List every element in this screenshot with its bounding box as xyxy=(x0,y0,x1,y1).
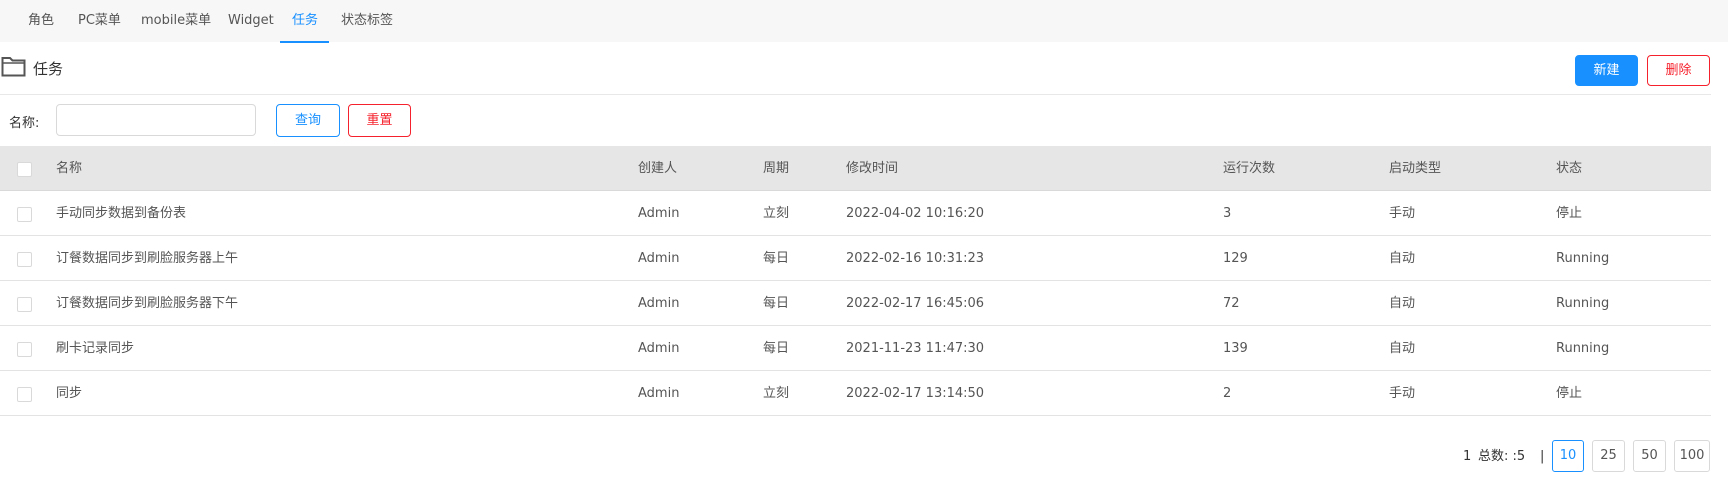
page-size-25[interactable]: 25 xyxy=(1592,440,1625,472)
page-title: 任务 xyxy=(33,60,64,78)
cell-status: Running xyxy=(1556,341,1610,356)
cell-runs: 139 xyxy=(1223,341,1248,356)
row-checkbox[interactable] xyxy=(17,387,32,402)
cell-start-type: 自动 xyxy=(1389,341,1416,356)
cell-name: 订餐数据同步到刷脸服务器上午 xyxy=(56,251,239,266)
column-header-status[interactable]: 状态 xyxy=(1556,146,1582,191)
cell-runs: 129 xyxy=(1223,251,1248,266)
cell-cycle: 立刻 xyxy=(763,206,790,221)
cell-name: 刷卡记录同步 xyxy=(56,341,135,356)
current-page[interactable]: 1 xyxy=(1463,440,1471,473)
folder-icon xyxy=(1,55,26,77)
page-size-100[interactable]: 100 xyxy=(1674,440,1710,472)
cell-creator: Admin xyxy=(638,251,680,266)
cell-modified: 2022-02-17 16:45:06 xyxy=(846,296,985,311)
column-header-start-type[interactable]: 启动类型 xyxy=(1389,146,1441,191)
column-header-cycle[interactable]: 周期 xyxy=(763,146,789,191)
cell-modified: 2021-11-23 11:47:30 xyxy=(846,341,985,356)
new-button[interactable]: 新建 xyxy=(1575,55,1638,86)
cell-runs: 3 xyxy=(1223,206,1232,221)
cell-cycle: 每日 xyxy=(763,341,790,356)
cell-name: 手动同步数据到备份表 xyxy=(56,206,187,221)
page-size-50[interactable]: 50 xyxy=(1633,440,1666,472)
cell-runs: 72 xyxy=(1223,296,1240,311)
table-row[interactable]: 手动同步数据到备份表 Admin 立刻 2022-04-02 10:16:20 … xyxy=(0,191,1711,236)
cell-status: Running xyxy=(1556,251,1610,266)
column-header-name[interactable]: 名称 xyxy=(56,146,82,191)
name-filter-label: 名称: xyxy=(9,116,40,131)
cell-modified: 2022-02-17 13:14:50 xyxy=(846,386,985,401)
cell-modified: 2022-04-02 10:16:20 xyxy=(846,206,985,221)
select-all-checkbox[interactable] xyxy=(17,162,32,177)
table-row[interactable]: 订餐数据同步到刷脸服务器下午 Admin 每日 2022-02-17 16:45… xyxy=(0,281,1711,326)
cell-runs: 2 xyxy=(1223,386,1232,401)
row-checkbox[interactable] xyxy=(17,207,32,222)
cell-start-type: 手动 xyxy=(1389,206,1416,221)
tab-tasks[interactable]: 任务 xyxy=(292,0,318,42)
cell-creator: Admin xyxy=(638,386,680,401)
cell-creator: Admin xyxy=(638,341,680,356)
cell-modified: 2022-02-16 10:31:23 xyxy=(846,251,985,266)
row-checkbox[interactable] xyxy=(17,297,32,312)
table-header: 名称 创建人 周期 修改时间 运行次数 启动类型 状态 xyxy=(0,146,1711,191)
name-filter-input[interactable] xyxy=(56,104,256,136)
row-checkbox[interactable] xyxy=(17,342,32,357)
tab-strip: 角色 PC菜单 mobile菜单 Widget 任务 状态标签 xyxy=(0,0,1728,43)
query-button[interactable]: 查询 xyxy=(276,104,340,137)
cell-name: 订餐数据同步到刷脸服务器下午 xyxy=(56,296,239,311)
total-count: 总数: :5 xyxy=(1478,449,1526,464)
tab-roles[interactable]: 角色 xyxy=(28,0,54,42)
tab-status-tags[interactable]: 状态标签 xyxy=(341,0,393,42)
page-header: 任务 新建 删除 xyxy=(0,42,1711,95)
cell-start-type: 手动 xyxy=(1389,386,1416,401)
table-row[interactable]: 订餐数据同步到刷脸服务器上午 Admin 每日 2022-02-16 10:31… xyxy=(0,236,1711,281)
cell-cycle: 每日 xyxy=(763,296,790,311)
table-row[interactable]: 同步 Admin 立刻 2022-02-17 13:14:50 2 手动 停止 xyxy=(0,371,1711,416)
cell-start-type: 自动 xyxy=(1389,251,1416,266)
cell-creator: Admin xyxy=(638,206,680,221)
cell-name: 同步 xyxy=(56,386,83,401)
cell-cycle: 立刻 xyxy=(763,386,790,401)
column-header-runs[interactable]: 运行次数 xyxy=(1223,146,1275,191)
page-size-10[interactable]: 10 xyxy=(1552,440,1584,472)
delete-button[interactable]: 删除 xyxy=(1647,55,1710,86)
cell-creator: Admin xyxy=(638,296,680,311)
tab-pc-menu[interactable]: PC菜单 xyxy=(78,0,121,42)
reset-button[interactable]: 重置 xyxy=(348,104,411,137)
row-checkbox[interactable] xyxy=(17,252,32,267)
cell-status: 停止 xyxy=(1556,386,1583,401)
column-header-modified[interactable]: 修改时间 xyxy=(846,146,898,191)
column-header-creator[interactable]: 创建人 xyxy=(638,146,677,191)
tab-widget[interactable]: Widget xyxy=(228,0,274,42)
cell-start-type: 自动 xyxy=(1389,296,1416,311)
tab-mobile-menu[interactable]: mobile菜单 xyxy=(141,0,211,42)
cell-cycle: 每日 xyxy=(763,251,790,266)
pager-separator: | xyxy=(1540,449,1545,464)
cell-status: 停止 xyxy=(1556,206,1583,221)
cell-status: Running xyxy=(1556,296,1610,311)
table-row[interactable]: 刷卡记录同步 Admin 每日 2021-11-23 11:47:30 139 … xyxy=(0,326,1711,371)
